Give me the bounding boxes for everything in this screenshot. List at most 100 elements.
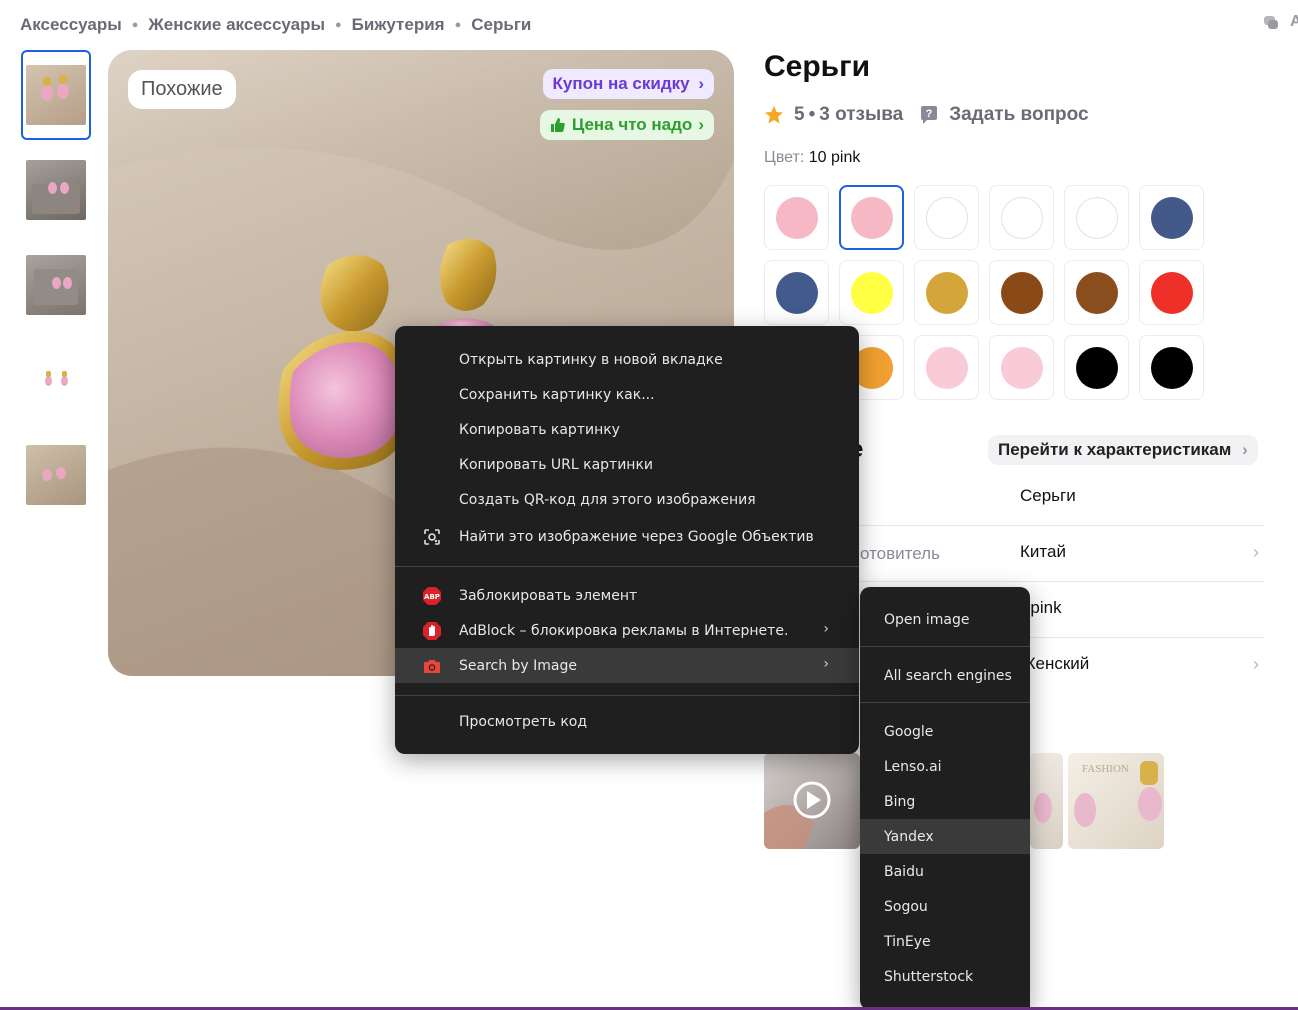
ask-question-link[interactable]: Задать вопрос <box>949 104 1088 126</box>
breadcrumb-womens-accessories[interactable]: Женские аксессуары <box>148 15 325 35</box>
product-title: Серьги <box>764 50 871 83</box>
spec-value: Женский <box>1020 654 1090 673</box>
thumbnail-image <box>26 255 86 315</box>
menu-inspect[interactable]: Просмотреть код <box>395 704 859 739</box>
chat-icon[interactable] <box>1262 14 1280 32</box>
menu-item-label: Search by Image <box>459 657 578 674</box>
menu-save-image-as[interactable]: Сохранить картинку как... <box>395 377 859 412</box>
top-right-label[interactable]: А <box>1290 13 1298 31</box>
submenu-open-image[interactable]: Open image <box>860 602 1030 637</box>
breadcrumb-separator: ● <box>131 19 139 31</box>
swatch-color-dot <box>775 271 818 314</box>
breadcrumb-separator: ● <box>335 19 342 31</box>
lens-icon <box>422 527 442 547</box>
swatch-color-dot <box>850 271 893 314</box>
camera-icon <box>422 656 442 676</box>
menu-divider <box>395 566 859 567</box>
similar-button[interactable]: Похожие <box>128 70 236 109</box>
breadcrumb-accessories[interactable]: Аксессуары <box>20 15 122 35</box>
review-photo-thumbnail[interactable]: FASHION <box>1068 753 1164 849</box>
abp-badge-text: ABP <box>424 593 440 601</box>
review-photo-thumbnail[interactable] <box>1030 753 1063 849</box>
context-menu: Открыть картинку в новой вкладке Сохрани… <box>395 326 859 754</box>
color-swatch[interactable] <box>989 260 1054 325</box>
menu-adblock[interactable]: AdBlock – блокировка рекламы в Интернете… <box>395 613 859 648</box>
swatch-color-dot <box>925 271 968 314</box>
color-swatch[interactable] <box>914 335 979 400</box>
thumbnail-image <box>26 160 86 220</box>
color-swatch[interactable] <box>1064 260 1129 325</box>
submenu-bing[interactable]: Bing <box>860 784 1030 819</box>
menu-item-label: Open image <box>884 611 970 628</box>
specs-link[interactable]: Перейти к характеристикам › <box>988 435 1258 465</box>
color-swatch[interactable] <box>839 185 904 250</box>
spec-value: Серьги <box>1020 486 1076 505</box>
color-swatch[interactable] <box>764 185 829 250</box>
swatch-color-dot <box>850 196 893 239</box>
color-swatch[interactable] <box>914 260 979 325</box>
spec-value: Китай <box>1020 542 1066 561</box>
color-swatch[interactable] <box>989 335 1054 400</box>
menu-item-label: Bing <box>884 793 916 810</box>
color-swatch[interactable] <box>989 185 1054 250</box>
menu-item-label: Просмотреть код <box>459 713 588 730</box>
color-swatch[interactable] <box>1064 185 1129 250</box>
thumbnail-3[interactable] <box>21 240 91 330</box>
menu-item-label: All search engines <box>884 667 1012 684</box>
good-price-chip[interactable]: Цена что надо › <box>539 110 714 140</box>
color-swatch[interactable] <box>1064 335 1129 400</box>
color-swatch[interactable] <box>764 260 829 325</box>
chevron-right-icon: › <box>698 115 704 134</box>
menu-open-image-new-tab[interactable]: Открыть картинку в новой вкладке <box>395 342 859 377</box>
submenu-shutterstock[interactable]: Shutterstock <box>860 959 1030 994</box>
menu-item-label: TinEye <box>884 933 931 950</box>
swatch-color-dot <box>1075 271 1118 314</box>
coupon-chip[interactable]: Купон на скидку › <box>542 69 714 99</box>
color-label-key: Цвет: <box>764 149 805 166</box>
question-icon: ? <box>921 106 938 124</box>
submenu-tineye[interactable]: TinEye <box>860 924 1030 959</box>
menu-search-by-image[interactable]: Search by Image › <box>395 648 859 683</box>
thumbnail-4[interactable] <box>21 335 91 425</box>
thumbnail-1[interactable] <box>21 50 91 140</box>
submenu-baidu[interactable]: Baidu <box>860 854 1030 889</box>
thumbnail-5[interactable] <box>21 430 91 520</box>
color-swatch[interactable] <box>839 260 904 325</box>
menu-create-qr-code[interactable]: Создать QR-код для этого изображения <box>395 482 859 517</box>
search-by-image-submenu: Open image All search engines Google Len… <box>860 587 1030 1010</box>
submenu-sogou[interactable]: Sogou <box>860 889 1030 924</box>
menu-copy-image[interactable]: Копировать картинку <box>395 412 859 447</box>
chevron-right-icon: › <box>1253 542 1259 562</box>
menu-google-lens[interactable]: Найти это изображение через Google Объек… <box>395 519 859 554</box>
color-swatch[interactable] <box>914 185 979 250</box>
swatch-color-dot <box>1000 346 1043 389</box>
submenu-yandex[interactable]: Yandex <box>860 819 1030 854</box>
menu-block-element[interactable]: ABP Заблокировать элемент <box>395 578 859 613</box>
review-video-thumbnail[interactable] <box>764 753 860 849</box>
menu-item-label: Baidu <box>884 863 924 880</box>
adblock-hand-icon <box>422 621 442 641</box>
menu-item-label: Создать QR-код для этого изображения <box>459 491 756 508</box>
reviews-link[interactable]: 3 отзыва <box>819 104 903 126</box>
menu-copy-image-url[interactable]: Копировать URL картинки <box>395 447 859 482</box>
swatch-color-dot <box>1000 196 1043 239</box>
color-label-value: 10 pink <box>808 149 861 166</box>
breadcrumb-earrings[interactable]: Серьги <box>471 15 531 35</box>
swatch-color-dot <box>775 196 818 239</box>
color-swatch[interactable] <box>1139 185 1204 250</box>
submenu-lenso[interactable]: Lenso.ai <box>860 749 1030 784</box>
menu-item-label: Lenso.ai <box>884 758 942 775</box>
menu-item-label: Shutterstock <box>884 968 974 985</box>
breadcrumb-jewelry[interactable]: Бижутерия <box>352 15 445 35</box>
color-swatch[interactable] <box>1139 335 1204 400</box>
submenu-all-search-engines[interactable]: All search engines <box>860 658 1030 693</box>
menu-divider <box>860 702 1030 703</box>
svg-text:?: ? <box>926 108 933 120</box>
swatch-color-dot <box>1000 271 1043 314</box>
submenu-google[interactable]: Google <box>860 714 1030 749</box>
color-swatch[interactable] <box>1139 260 1204 325</box>
swatch-color-dot <box>1150 346 1193 389</box>
chevron-right-icon: › <box>1242 440 1248 459</box>
coupon-label: Купон на скидку <box>552 74 690 93</box>
thumbnail-2[interactable] <box>21 145 91 235</box>
